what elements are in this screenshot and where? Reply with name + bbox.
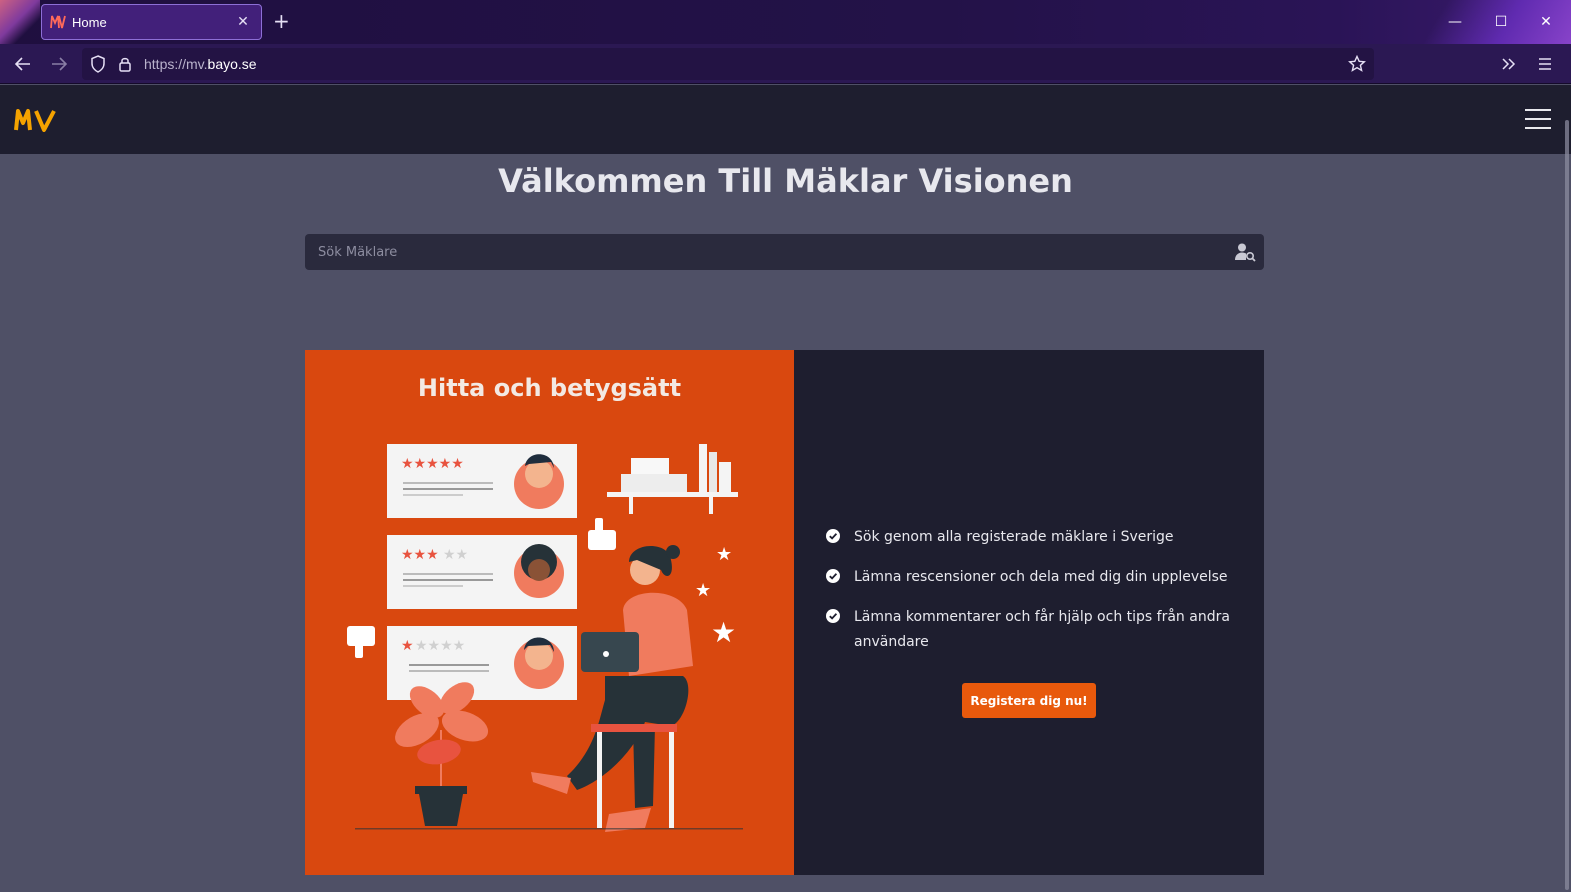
site-logo[interactable] <box>14 108 56 136</box>
address-bar[interactable]: https://mv.bayo.se <box>82 48 1374 80</box>
star-bookmark-icon[interactable] <box>1348 55 1366 73</box>
review-card-5-stars: ★★★★★ <box>387 444 577 518</box>
url-domain: bayo.se <box>207 56 257 72</box>
browser-navbar: https://mv.bayo.se <box>0 44 1571 84</box>
page-scrollbar[interactable] <box>1565 120 1569 890</box>
check-circle-icon <box>826 569 840 583</box>
card-heading: Hitta och betygsätt <box>417 374 682 402</box>
browser-titlebar: Home ✕ + — ☐ ✕ <box>0 0 1571 44</box>
check-circle-icon <box>826 609 840 623</box>
site-favicon-icon <box>50 14 66 30</box>
review-card-3-stars: ★★★ ★★ <box>387 535 577 609</box>
url-text[interactable]: https://mv.bayo.se <box>144 56 257 72</box>
card-illustration-panel: Hitta och betygsätt ★★★★★ ★★★ ★★ ★ ★★★★ <box>305 350 794 875</box>
tab-title: Home <box>72 14 107 30</box>
search-input[interactable] <box>305 234 1225 270</box>
feature-list: Sök genom alla registerade mäklare i Sve… <box>826 525 1236 670</box>
shield-icon[interactable] <box>90 55 106 73</box>
search-bar <box>305 234 1264 270</box>
feature-item: Lämna rescensioner och dela med dig din … <box>826 565 1236 590</box>
feature-card: Hitta och betygsätt ★★★★★ ★★★ ★★ ★ ★★★★ <box>305 350 1264 875</box>
hamburger-icon[interactable] <box>1525 109 1551 129</box>
svg-text:★★★★: ★★★★ <box>415 638 465 654</box>
page-title: Välkommen Till Mäklar Visionen <box>498 162 1073 200</box>
svg-text:★: ★ <box>716 544 732 565</box>
thumbs-down-icon <box>347 626 375 658</box>
feature-text: Lämna kommentarer och får hjälp och tips… <box>854 609 1230 650</box>
user-search-icon[interactable] <box>1234 242 1256 262</box>
feature-item: Sök genom alla registerade mäklare i Sve… <box>826 525 1236 550</box>
browser-tab-home[interactable]: Home ✕ <box>41 4 262 40</box>
maximize-button[interactable]: ☐ <box>1478 0 1524 44</box>
register-button[interactable]: Registera dig nu! <box>962 683 1096 718</box>
check-circle-icon <box>826 529 840 543</box>
svg-text:★★★: ★★★ <box>401 547 439 563</box>
tab-close-icon[interactable]: ✕ <box>235 14 251 30</box>
svg-text:★: ★ <box>695 580 711 601</box>
minimize-button[interactable]: — <box>1432 0 1478 44</box>
feature-text: Lämna rescensioner och dela med dig din … <box>854 569 1228 585</box>
forward-icon <box>52 57 68 71</box>
overflow-icon <box>1502 58 1516 70</box>
url-prefix: https://mv. <box>144 56 208 72</box>
back-icon <box>14 57 30 71</box>
feature-text: Sök genom alla registerade mäklare i Sve… <box>854 529 1174 545</box>
rating-illustration: ★★★★★ ★★★ ★★ ★ ★★★★ ★ ★ ★ <box>347 444 743 832</box>
titlebar-decoration <box>0 0 40 44</box>
thumbs-up-icon <box>588 518 616 550</box>
forward-button[interactable] <box>47 53 71 75</box>
overflow-menu-button[interactable] <box>1497 53 1521 75</box>
browser-menu-button[interactable] <box>1533 53 1557 75</box>
close-window-button[interactable]: ✕ <box>1523 0 1569 44</box>
lock-icon[interactable] <box>118 55 132 73</box>
svg-text:★: ★ <box>711 616 736 649</box>
svg-text:★★★★★: ★★★★★ <box>401 456 464 472</box>
new-tab-button[interactable]: + <box>273 10 290 32</box>
feature-item: Lämna kommentarer och får hjälp och tips… <box>826 605 1236 655</box>
svg-text:★: ★ <box>401 638 414 654</box>
card-feature-panel: Sök genom alla registerade mäklare i Sve… <box>794 350 1264 875</box>
bookshelf <box>607 444 738 514</box>
site-header <box>0 85 1571 154</box>
back-button[interactable] <box>11 53 35 75</box>
svg-text:★★: ★★ <box>443 547 468 563</box>
menu-icon <box>1539 58 1551 70</box>
